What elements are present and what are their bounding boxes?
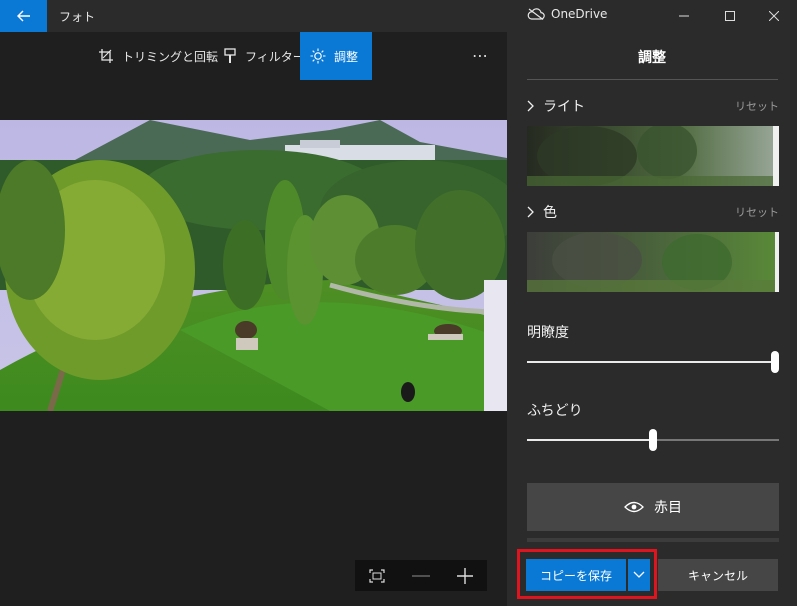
cloud-icon: [527, 8, 545, 20]
vignette-slider[interactable]: [527, 429, 779, 451]
close-icon: [769, 11, 779, 21]
vignette-track: [527, 439, 653, 441]
clarity-slider[interactable]: [527, 351, 779, 373]
tab-adjust[interactable]: 調整: [300, 32, 372, 80]
close-button[interactable]: [751, 0, 797, 32]
chevron-right-icon: [527, 100, 534, 112]
chevron-right-icon: [527, 206, 534, 218]
back-arrow-icon: [16, 10, 30, 22]
clarity-label: 明瞭度: [527, 325, 569, 341]
photo-preview[interactable]: [0, 120, 507, 411]
light-expander[interactable]: ライト: [527, 96, 585, 116]
red-eye-button[interactable]: 赤目: [527, 483, 779, 531]
vignette-label: ふちどり: [527, 403, 583, 419]
cancel-button[interactable]: キャンセル: [658, 559, 778, 591]
vignette-slider-thumb[interactable]: [649, 429, 657, 451]
edit-toolbar: トリミングと回転 フィルター 調整 ⋯: [0, 32, 507, 80]
color-reset-button[interactable]: リセット: [735, 204, 779, 220]
red-eye-label: 赤目: [654, 500, 682, 516]
color-thumbnail[interactable]: [527, 232, 779, 292]
clarity-track: [527, 361, 775, 363]
more-options-button[interactable]: ⋯: [472, 46, 490, 65]
zoom-in-icon[interactable]: [457, 567, 474, 584]
color-section: 色 リセット: [527, 202, 779, 292]
crop-rotate-icon: [99, 49, 113, 63]
onedrive-label: OneDrive: [551, 7, 608, 21]
zoom-out-icon[interactable]: [411, 569, 430, 583]
chevron-down-icon: [633, 571, 645, 578]
save-copy-button[interactable]: コピーを保存: [526, 559, 626, 591]
clarity-slider-thumb[interactable]: [771, 351, 779, 373]
tab-crop-rotate[interactable]: トリミングと回転: [88, 32, 228, 80]
zoom-controls: [355, 560, 487, 591]
eye-icon: [624, 501, 644, 513]
brightness-icon: [310, 48, 326, 64]
photos-app-window: フォト OneDrive トリミングと回転 フィルター 調整 ⋯ 調整 ライト …: [0, 0, 797, 606]
fit-screen-icon[interactable]: [369, 568, 385, 583]
minimize-icon: [679, 15, 689, 17]
panel-divider: [527, 79, 778, 80]
tab-crop-rotate-label: トリミングと回転: [122, 49, 219, 64]
color-label: 色: [543, 205, 557, 221]
title-bar: フォト OneDrive: [0, 0, 797, 32]
app-title: フォト: [59, 10, 96, 24]
light-section: ライト リセット: [527, 96, 779, 186]
tab-adjust-label: 調整: [334, 49, 359, 64]
maximize-icon: [725, 11, 735, 21]
adjust-panel: 調整 ライト リセット 色 リセット 明瞭度 ふちどり 赤目: [507, 32, 797, 606]
tab-filter-label: フィルター: [245, 49, 305, 64]
color-expander[interactable]: 色: [527, 202, 557, 222]
light-thumbnail[interactable]: [527, 126, 779, 186]
back-button[interactable]: [0, 0, 47, 32]
onedrive-status[interactable]: OneDrive: [527, 7, 607, 21]
filter-brush-icon: [224, 48, 236, 63]
minimize-button[interactable]: [661, 0, 707, 32]
light-label: ライト: [543, 99, 585, 115]
vignette-track-rest: [653, 439, 779, 441]
light-reset-button[interactable]: リセット: [735, 98, 779, 114]
spot-fix-button-partial[interactable]: [527, 538, 779, 542]
panel-title: 調整: [638, 50, 666, 66]
save-options-dropdown[interactable]: [628, 559, 650, 591]
landscape-photo: [0, 120, 507, 411]
maximize-button[interactable]: [707, 0, 753, 32]
